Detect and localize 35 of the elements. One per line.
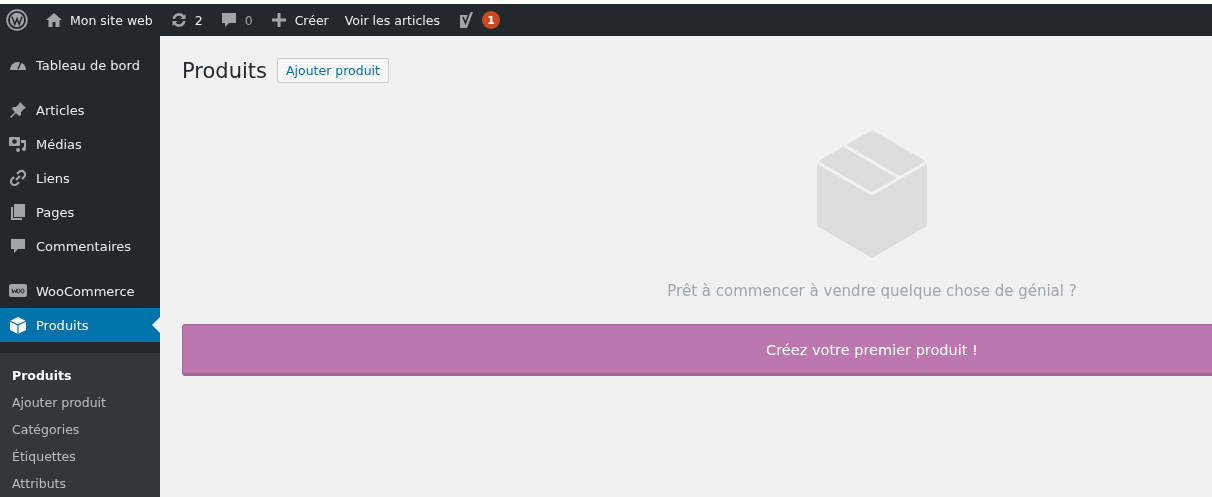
- menu-item[interactable]: Articles: [0, 93, 160, 127]
- submenu-item[interactable]: Ajouter produit: [0, 389, 160, 416]
- comments-link[interactable]: 0: [218, 10, 253, 30]
- updates-link[interactable]: 2: [168, 10, 203, 30]
- menu-item[interactable]: Médias: [0, 127, 160, 161]
- box-icon: [8, 315, 28, 335]
- page-title: Produits: [182, 58, 267, 83]
- submenu-item[interactable]: Attributs: [0, 470, 160, 497]
- site-name: Mon site web: [70, 12, 153, 28]
- submenu-item[interactable]: Produits: [0, 362, 160, 389]
- menu-item[interactable]: Liens: [0, 161, 160, 195]
- new-label: Créer: [294, 12, 329, 28]
- notification-badge: 1: [481, 11, 500, 29]
- comments-count: 0: [244, 12, 253, 28]
- submenu-item[interactable]: Étiquettes: [0, 443, 160, 470]
- menu-item[interactable]: WooCommerce: [0, 274, 160, 308]
- speech-bubble-icon: [8, 236, 28, 256]
- pages-icon: [8, 202, 28, 222]
- seo-menu[interactable]: 1: [455, 10, 500, 30]
- site-link[interactable]: Mon site web: [44, 10, 153, 30]
- wordpress-logo-icon[interactable]: [6, 9, 28, 31]
- submenu-item[interactable]: Catégories: [0, 416, 160, 443]
- add-product-button[interactable]: Ajouter produit: [276, 58, 389, 83]
- home-icon: [44, 10, 64, 30]
- link-icon: [8, 168, 28, 188]
- media-icon: [8, 134, 28, 154]
- updates-count: 2: [194, 12, 203, 28]
- menu-item[interactable]: Commentaires: [0, 229, 160, 263]
- view-posts-link[interactable]: Voir les articles: [344, 12, 440, 28]
- menu-item[interactable]: Produits: [0, 308, 160, 342]
- menu-item[interactable]: Pages: [0, 195, 160, 229]
- menu-item[interactable]: Tableau de bord: [0, 48, 160, 82]
- pin-icon: [8, 100, 28, 120]
- empty-state-message: Prêt à commencer à vendre quelque chose de génial ?: [667, 282, 1077, 300]
- new-content-link[interactable]: Créer: [268, 10, 329, 30]
